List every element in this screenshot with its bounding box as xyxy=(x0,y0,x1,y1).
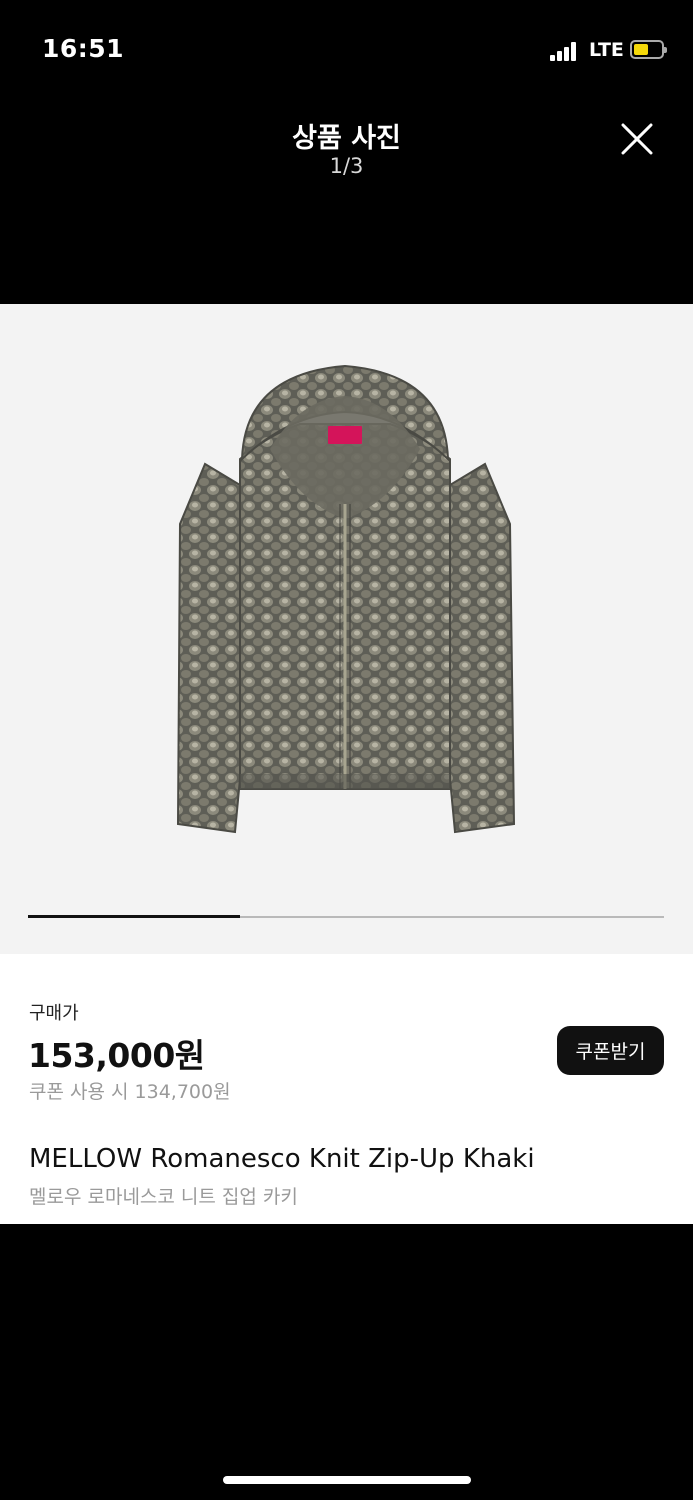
network-type: LTE xyxy=(589,39,624,61)
battery-icon xyxy=(630,40,667,59)
product-name: MELLOW Romanesco Knit Zip-Up Khaki xyxy=(29,1144,535,1174)
carousel-progress-fill xyxy=(28,915,240,918)
viewer-header: 상품 사진 1/3 xyxy=(0,100,693,304)
photo-counter: 1/3 xyxy=(329,154,364,178)
status-time: 16:51 xyxy=(42,34,125,63)
photo-carousel[interactable] xyxy=(0,304,693,954)
status-bar: 16:51 LTE xyxy=(0,0,693,100)
price: 153,000원 xyxy=(28,1036,205,1075)
product-info: 구매가 153,000원 쿠폰 사용 시 134,700원 쿠폰받기 MELLO… xyxy=(0,954,693,1224)
carousel-progress xyxy=(28,915,664,918)
close-button[interactable] xyxy=(618,120,656,158)
close-icon xyxy=(621,123,653,155)
get-coupon-button[interactable]: 쿠폰받기 xyxy=(557,1026,664,1075)
page-title: 상품 사진 xyxy=(292,123,401,154)
coupon-price: 쿠폰 사용 시 134,700원 xyxy=(29,1081,231,1103)
signal-icon xyxy=(550,41,578,61)
home-indicator[interactable] xyxy=(223,1476,471,1484)
price-label: 구매가 xyxy=(29,1003,79,1024)
product-photo xyxy=(176,364,516,834)
product-name-korean: 멜로우 로마네스코 니트 집업 카키 xyxy=(29,1186,298,1208)
